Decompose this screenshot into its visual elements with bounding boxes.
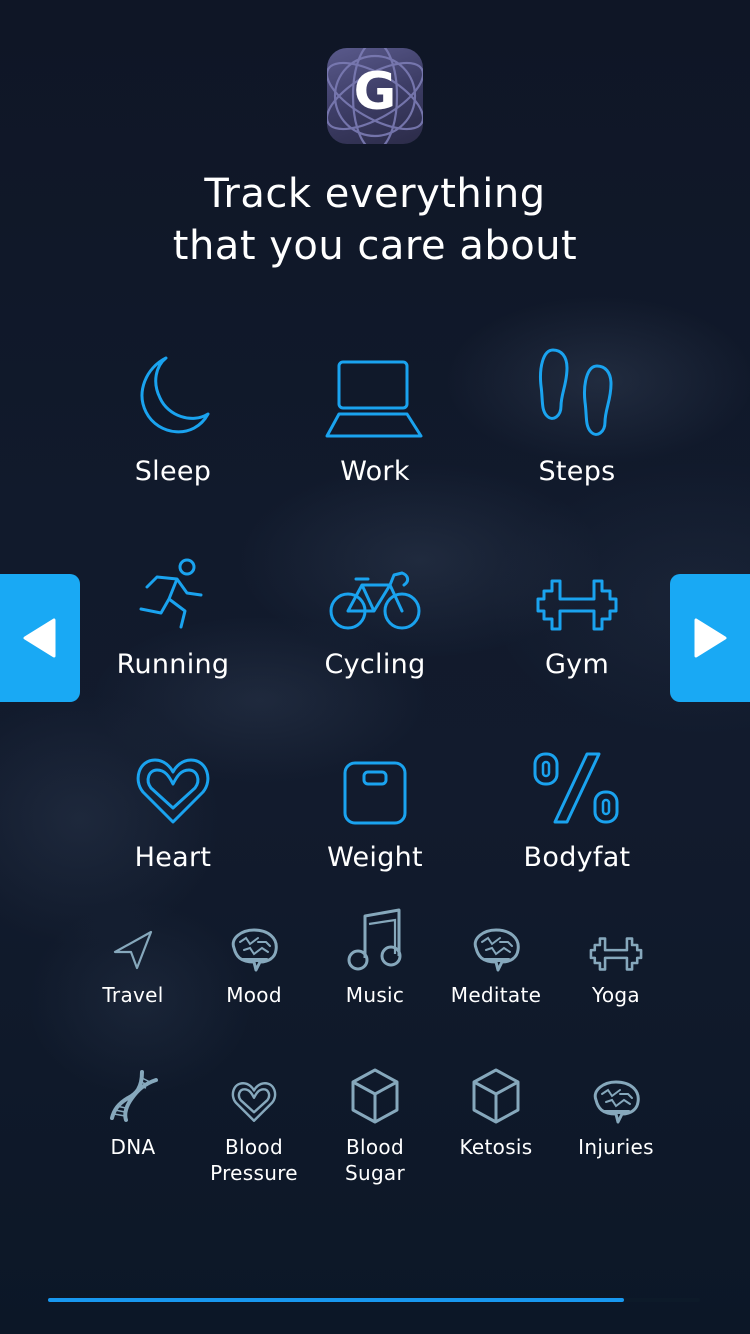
tracker-injuries[interactable]: Injuries [556,1064,676,1160]
tracker-label-line-1: Blood [225,1135,283,1159]
tracker-label: Meditate [450,983,542,1007]
tracker-label: Travel [102,983,164,1007]
tracker-label: Heart [134,842,212,873]
tracker-label: Music [345,983,405,1007]
scale-icon [343,761,407,825]
tracker-label-line-2: Sugar [344,1161,406,1185]
tracker-bodyfat[interactable]: Bodyfat [477,726,677,873]
runner-icon [139,558,203,629]
navigation-arrow-icon [113,930,153,970]
brain-icon [593,1080,640,1124]
app-logo: G [327,48,423,144]
tracker-label: Bodyfat [523,842,631,873]
brain-icon [473,928,520,972]
tracker-steps[interactable]: Steps [477,340,677,487]
triangle-left-icon [23,618,56,658]
tracker-work[interactable]: Work [275,340,475,487]
tracker-ketosis[interactable]: Ketosis [436,1064,556,1160]
dna-icon [110,1070,158,1122]
tracker-label-line-1: Blood [346,1135,404,1159]
cube-icon [472,1068,520,1124]
logo-letter: G [353,62,397,122]
tracker-cycling[interactable]: Cycling [275,533,475,680]
tracker-label-line-2: Pressure [210,1161,298,1185]
music-note-icon [347,908,402,971]
tracker-label: Blood Sugar [315,1134,435,1186]
dumbbell-icon [589,937,643,971]
tracker-blood-sugar[interactable]: Blood Sugar [315,1064,435,1186]
tracker-sleep[interactable]: Sleep [73,340,273,487]
tracker-running[interactable]: Running [73,533,273,680]
tracker-label: Injuries [578,1135,654,1159]
tracker-label: Running [116,649,230,680]
previous-button[interactable] [0,574,80,702]
tracker-label: Mood [226,983,282,1007]
percent-icon [533,752,619,824]
tracker-label: Weight [327,842,423,873]
tracker-label: Gym [544,649,610,680]
tracker-music[interactable]: Music [315,908,435,1008]
tracker-gym[interactable]: Gym [477,533,677,680]
tracker-label: DNA [110,1135,156,1159]
dumbbell-icon [536,579,618,631]
heart-icon [136,758,210,824]
triangle-right-icon [694,618,727,658]
tracker-heart[interactable]: Heart [73,726,273,873]
tracker-label: Cycling [324,649,426,680]
moon-icon [140,356,210,434]
onboarding-progress-bar [48,1298,700,1302]
tracker-dna[interactable]: DNA [73,1064,193,1160]
tracker-yoga[interactable]: Yoga [556,912,676,1008]
laptop-icon [325,360,423,438]
tracker-blood-pressure[interactable]: Blood Pressure [194,1064,314,1186]
headline-line-1: Track everything [204,171,546,217]
next-button[interactable] [670,574,750,702]
tracker-weight[interactable]: Weight [275,726,475,873]
bicycle-icon [329,571,421,630]
tracker-label: Yoga [592,983,640,1007]
tracker-label: Ketosis [459,1135,533,1159]
onboarding-screen: G Track everything that you care about S… [0,0,750,1334]
headline-line-2: that you care about [172,223,578,269]
heart-icon [231,1082,277,1122]
brain-icon [231,928,278,972]
tracker-label: Sleep [134,456,212,487]
tracker-travel[interactable]: Travel [73,912,193,1008]
tracker-label: Blood Pressure [194,1134,314,1186]
tracker-mood[interactable]: Mood [194,912,314,1008]
cube-icon [351,1068,399,1124]
progress-fill [48,1298,625,1302]
footprints-icon [539,348,613,436]
tracker-label: Steps [538,456,616,487]
headline: Track everything that you care about [0,168,750,272]
tracker-meditate[interactable]: Meditate [436,912,556,1008]
tracker-label: Work [340,456,410,487]
